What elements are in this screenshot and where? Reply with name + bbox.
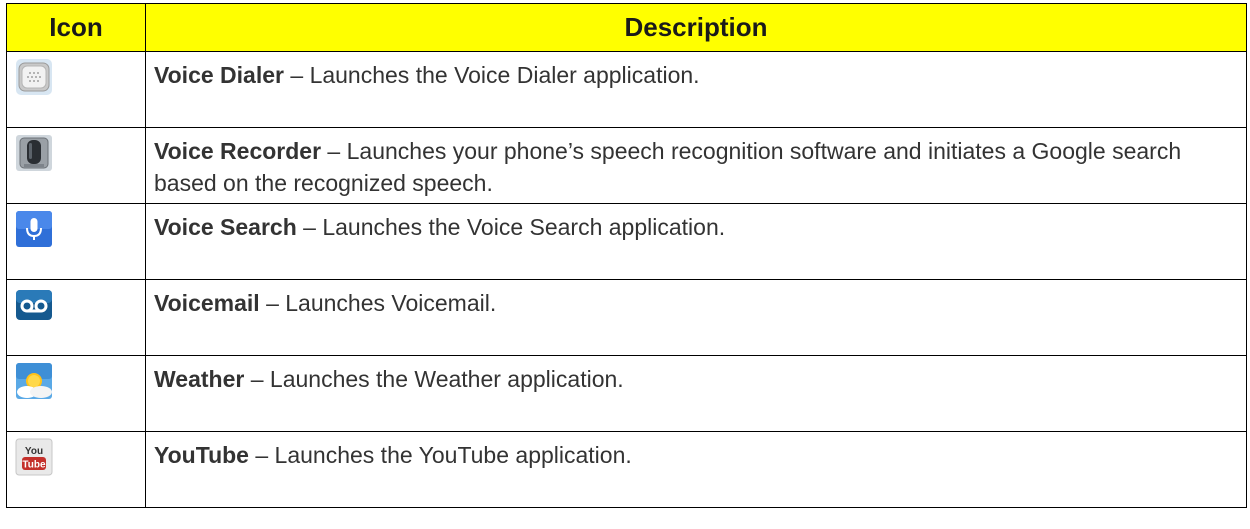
icon-cell: [6, 355, 146, 432]
table-row: Voice Search – Launches the Voice Search…: [6, 203, 1247, 280]
icon-cell: [6, 279, 146, 356]
table-row: Voicemail – Launches Voicemail.: [6, 279, 1247, 356]
description-cell: Weather – Launches the Weather applicati…: [145, 355, 1247, 432]
item-name: YouTube: [154, 442, 249, 468]
item-separator: –: [283, 62, 310, 88]
item-separator: –: [244, 366, 270, 392]
item-separator: –: [321, 138, 347, 164]
table-row: Weather – Launches the Weather applicati…: [6, 355, 1247, 432]
header-description: Description: [145, 3, 1247, 52]
icon-cell: [6, 127, 146, 204]
item-name: Voice Recorder: [154, 138, 322, 164]
table-header-row: Icon Description: [6, 3, 1247, 52]
item-description: Launches the Weather application.: [269, 366, 624, 392]
item-separator: –: [248, 442, 275, 468]
weather-icon: [16, 363, 52, 399]
item-name: Voice Search: [154, 214, 297, 240]
item-description: Launches Voicemail.: [285, 290, 497, 316]
description-cell: Voice Recorder – Launches your phone’s s…: [145, 127, 1247, 204]
item-separator: –: [259, 290, 286, 316]
item-description: Launches the YouTube application.: [274, 442, 632, 468]
table-row: Voice Dialer – Launches the Voice Dialer…: [6, 51, 1247, 128]
icon-description-table: Icon Description Voice Dialer – Launches…: [6, 3, 1247, 508]
item-name: Voice Dialer: [154, 62, 284, 88]
item-separator: –: [296, 214, 323, 240]
header-icon: Icon: [6, 3, 146, 52]
description-cell: Voicemail – Launches Voicemail.: [145, 279, 1247, 356]
voice-recorder-icon: [16, 135, 52, 171]
voice-search-icon: [16, 211, 52, 247]
description-cell: YouTube – Launches the YouTube applicati…: [145, 431, 1247, 508]
youtube-icon-text-top: You: [25, 446, 43, 457]
table-row: You Tube YouTube – Launches the YouTube …: [6, 431, 1247, 508]
table-row: Voice Recorder – Launches your phone’s s…: [6, 127, 1247, 204]
item-name: Weather: [154, 366, 245, 392]
voicemail-icon: [16, 290, 52, 320]
youtube-icon-text-bottom: Tube: [22, 460, 46, 471]
item-description: Launches the Voice Dialer application.: [309, 62, 700, 88]
item-name: Voicemail: [154, 290, 260, 316]
description-cell: Voice Search – Launches the Voice Search…: [145, 203, 1247, 280]
icon-cell: [6, 51, 146, 128]
item-description: Launches the Voice Search application.: [322, 214, 726, 240]
youtube-icon: You Tube: [15, 438, 53, 476]
icon-cell: [6, 203, 146, 280]
icon-cell: You Tube: [6, 431, 146, 508]
voice-dialer-icon: [16, 59, 52, 95]
description-cell: Voice Dialer – Launches the Voice Dialer…: [145, 51, 1247, 128]
